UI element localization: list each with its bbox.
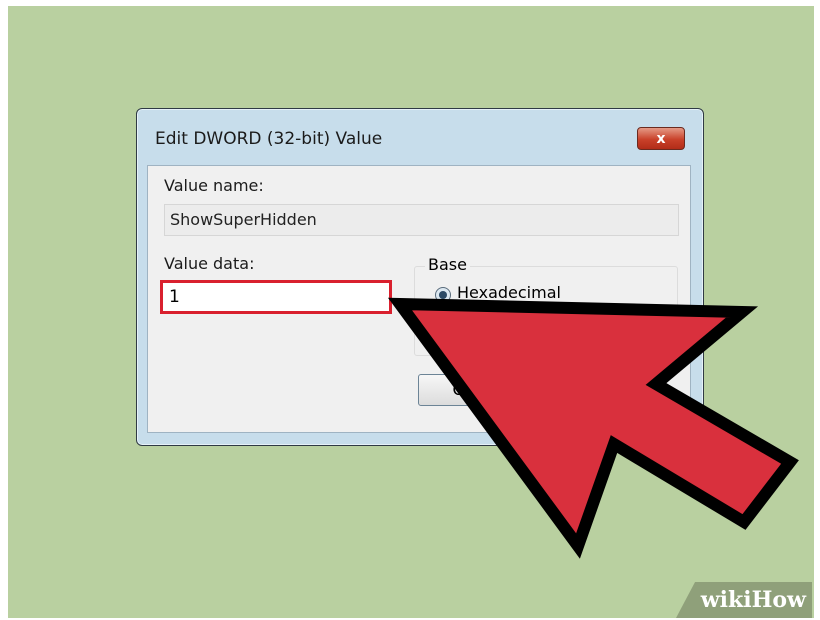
wikihow-watermark: wikiHow xyxy=(676,582,812,618)
red-pointer-arrow xyxy=(387,297,799,559)
